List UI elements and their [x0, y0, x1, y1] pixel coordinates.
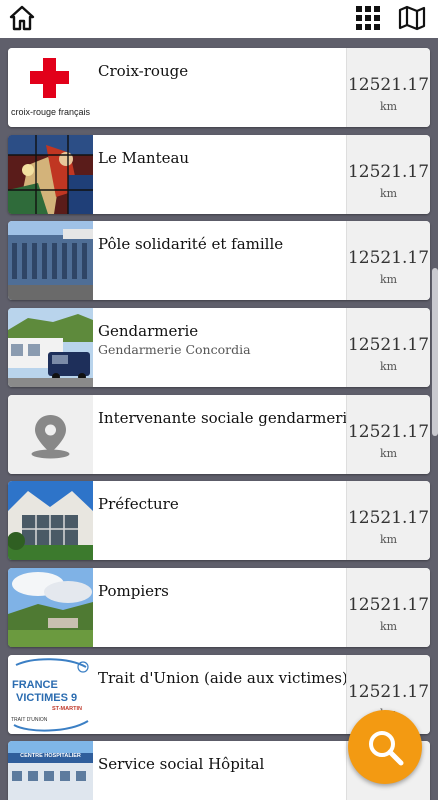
distance-unit: km	[379, 100, 398, 113]
distance-panel: 12521.17 km	[346, 308, 430, 387]
hospital-sign: CENTRE HOSPITALIER	[20, 753, 81, 759]
places-list[interactable]: croix-rouge français Croix-rouge 12521.1…	[0, 38, 438, 800]
stained-glass-photo	[8, 135, 93, 214]
list-item[interactable]: Gendarmerie Gendarmerie Concordia 12521.…	[8, 308, 430, 387]
hospital-photo: CENTRE HOSPITALIER	[8, 741, 93, 800]
distance-unit: km	[379, 273, 398, 286]
grid-icon[interactable]	[355, 5, 381, 31]
list-item[interactable]: Préfecture 12521.17 km	[8, 481, 430, 560]
landscape-photo	[8, 568, 93, 647]
item-title: Préfecture	[98, 495, 179, 513]
list-item[interactable]: Pompiers 12521.17 km	[8, 568, 430, 647]
croix-rouge-logo-text: croix-rouge français	[10, 107, 91, 117]
distance-unit: km	[379, 533, 398, 546]
item-title: Service social Hôpital	[98, 755, 265, 773]
distance-panel: 12521.17 km	[346, 135, 430, 214]
home-icon[interactable]	[9, 5, 35, 31]
logo-line-1: FRANCE	[12, 679, 58, 691]
logo-line-3: ST-MARTIN	[52, 706, 82, 712]
list-item[interactable]: croix-rouge français Croix-rouge 12521.1…	[8, 48, 430, 127]
item-title: Gendarmerie	[98, 322, 199, 340]
scrollbar[interactable]	[432, 268, 438, 436]
building-photo	[8, 221, 93, 300]
app-header	[0, 0, 438, 38]
item-title: Le Manteau	[98, 149, 190, 167]
search-icon	[369, 731, 404, 766]
search-button[interactable]	[348, 710, 422, 784]
item-title: Croix-rouge	[98, 62, 189, 80]
logo-line-2: VICTIMES 9	[16, 692, 78, 704]
distance-panel: 12521.17 km	[346, 48, 430, 127]
item-title: Pôle solidarité et famille	[98, 235, 284, 253]
distance-value: 12521.17	[347, 75, 430, 95]
gendarmerie-photo	[8, 308, 93, 387]
croix-rouge-logo: croix-rouge français	[8, 48, 93, 127]
distance-panel: 12521.17 km	[346, 568, 430, 647]
list-item[interactable]: Intervenante sociale gendarmerie 12521.1…	[8, 395, 430, 474]
france-victimes-logo: FRANCE VICTIMES 9 ST-MARTIN TRAIT D'UNIO…	[8, 655, 93, 734]
distance-value: 12521.17	[347, 508, 430, 528]
distance-panel: 12521.17 km	[346, 481, 430, 560]
distance-unit: km	[379, 620, 398, 633]
distance-value: 12521.17	[347, 595, 430, 615]
list-item[interactable]: Le Manteau 12521.17 km	[8, 135, 430, 214]
distance-panel: 12521.17 km	[346, 395, 430, 474]
distance-unit: km	[379, 360, 398, 373]
distance-panel: 12521.17 km	[346, 221, 430, 300]
map-icon[interactable]	[398, 5, 426, 31]
distance-value: 12521.17	[347, 682, 430, 702]
distance-value: 12521.17	[347, 162, 430, 182]
item-title: Trait d'Union (aide aux victimes)	[98, 669, 348, 687]
distance-unit: km	[379, 187, 398, 200]
item-title: Pompiers	[98, 582, 169, 600]
prefecture-photo	[8, 481, 93, 560]
logo-line-4: TRAIT D'UNION	[11, 717, 48, 723]
distance-value: 12521.17	[347, 335, 430, 355]
distance-value: 12521.17	[347, 248, 430, 268]
distance-unit: km	[379, 447, 398, 460]
list-item[interactable]: Pôle solidarité et famille 12521.17 km	[8, 221, 430, 300]
distance-value: 12521.17	[347, 422, 430, 442]
item-subtitle: Gendarmerie Concordia	[98, 342, 251, 357]
location-pin-icon	[8, 395, 93, 474]
item-title: Intervenante sociale gendarmerie	[98, 409, 357, 427]
